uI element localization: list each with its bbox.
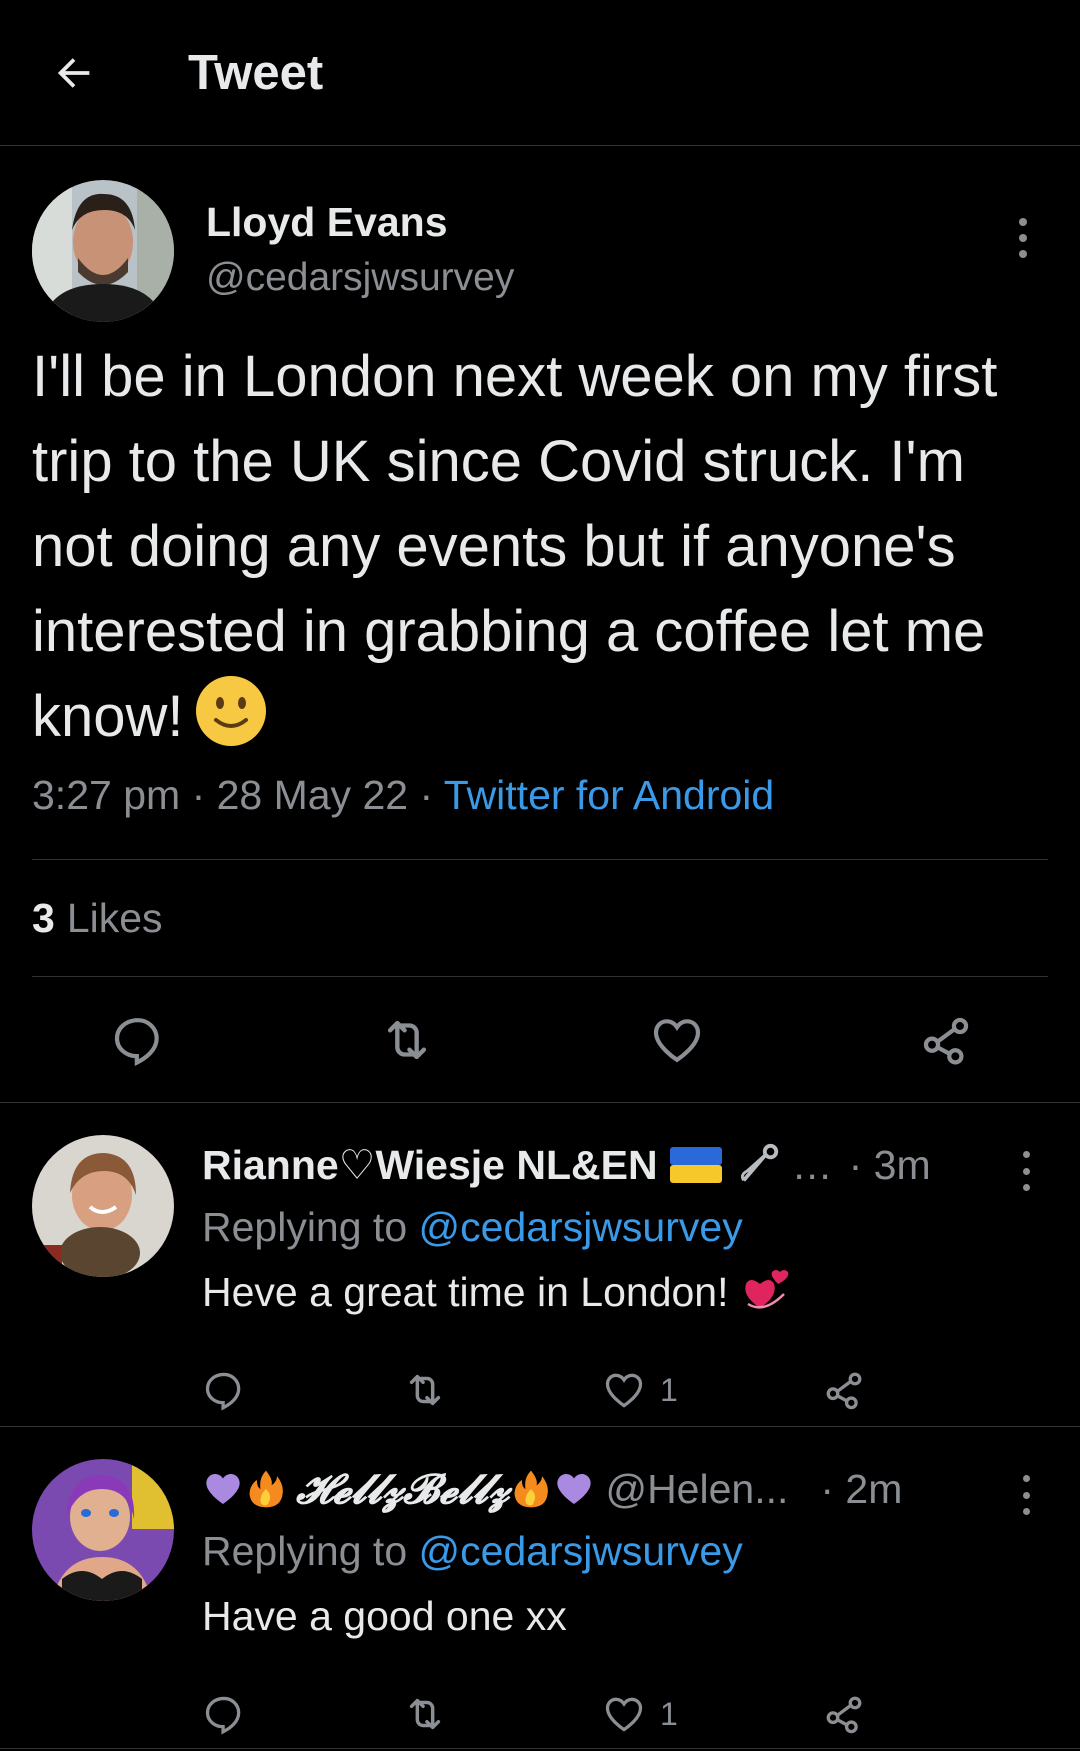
avatar[interactable] (32, 1459, 174, 1601)
reply-header: Rianne♡Wiesje NL&EN … · 3m (202, 1135, 1080, 1195)
tweet-author: Lloyd Evans @cedarsjwsurvey (32, 180, 1048, 330)
reply-author-name[interactable]: 𝓗𝓮𝓵𝓵𝔃𝓑𝓮𝓵𝓵𝔃 (296, 1465, 509, 1514)
safety-pin-icon (740, 1143, 778, 1182)
share-button[interactable] (822, 1368, 866, 1412)
like-button[interactable]: 1 (602, 1368, 822, 1412)
dot-icon (1019, 250, 1027, 258)
retweet-icon (388, 1020, 427, 1059)
main-tweet: Lloyd Evans @cedarsjwsurvey I'll be in L… (0, 146, 1080, 976)
retweet-button[interactable] (377, 1010, 437, 1070)
replying-prefix: Replying to (202, 1528, 408, 1574)
heart-icon (653, 1018, 700, 1062)
more-options-button[interactable] (1008, 208, 1038, 268)
dot-icon (1022, 1151, 1030, 1158)
reply-button[interactable] (202, 1692, 402, 1736)
likes-count[interactable]: 3 Likes (32, 860, 1048, 976)
replying-to-handle-link[interactable]: @cedarsjwsurvey (419, 1528, 743, 1574)
arrow-left-icon (57, 57, 90, 88)
avatar[interactable] (32, 180, 174, 322)
retweet-icon (409, 1698, 441, 1730)
heart-icon (605, 1373, 643, 1408)
dot-icon (1019, 234, 1027, 242)
reply-time: · 3m (848, 1141, 931, 1188)
reply-author-truncation: … (791, 1141, 833, 1188)
retweet-button[interactable] (402, 1691, 602, 1737)
reply-body: Heve a great time in London! (202, 1269, 729, 1315)
likes-number: 3 (32, 894, 55, 941)
tweet-source-link[interactable]: Twitter for Android (444, 772, 774, 818)
heart-icon (605, 1697, 643, 1732)
purple-heart-icon (206, 1474, 240, 1504)
revolving-hearts-icon (745, 1270, 789, 1309)
reply-icon (114, 1017, 159, 1066)
replying-to: Replying to @cedarsjwsurvey (202, 1195, 1080, 1259)
reply-author-handle[interactable]: @Helen... (605, 1466, 788, 1513)
dot-icon (1022, 1491, 1030, 1499)
fire-icon (249, 1470, 283, 1508)
meta-separator: · (191, 772, 217, 818)
tweet-time: 3:27 pm (32, 772, 181, 818)
page-title: Tweet (188, 45, 324, 100)
share-icon (923, 1017, 969, 1064)
back-button[interactable] (0, 0, 148, 146)
reply-tweet[interactable]: 𝓗𝓮𝓵𝓵𝔃𝓑𝓮𝓵𝓵𝔃 @Helen... · 2m Replying to @c… (0, 1426, 1080, 1748)
more-options-button[interactable] (1016, 1475, 1036, 1515)
reply-tweet[interactable]: Rianne♡Wiesje NL&EN … · 3m Replying to @… (0, 1102, 1080, 1426)
tweet-date: 28 May 22 (216, 772, 409, 818)
share-button[interactable] (916, 1010, 976, 1070)
like-count: 1 (660, 1371, 678, 1408)
replying-to-handle-link[interactable]: @cedarsjwsurvey (419, 1204, 743, 1250)
meta-separator: · (419, 772, 444, 818)
like-button[interactable]: 1 (602, 1692, 822, 1736)
share-icon (826, 1372, 862, 1410)
purple-heart-icon (557, 1474, 592, 1504)
avatar-photo (32, 1459, 174, 1601)
reply-actions: 1 (202, 1649, 1080, 1751)
avatar[interactable] (32, 1135, 174, 1277)
reply-button[interactable] (202, 1368, 402, 1412)
reply-text: Have a good one xx (202, 1593, 567, 1639)
avatar-photo (32, 180, 174, 322)
reply-text: Heve a great time in London! (202, 1259, 1080, 1325)
reply-button[interactable] (108, 1010, 168, 1070)
tweet-text: I'll be in London next week on my first … (32, 334, 1052, 759)
retweet-button[interactable] (402, 1367, 602, 1413)
share-icon (826, 1696, 862, 1734)
dot-icon (1022, 1184, 1030, 1191)
reply-time: · 2m (820, 1465, 903, 1512)
tweet-actions (32, 976, 1048, 1102)
reply-header: 𝓗𝓮𝓵𝓵𝔃𝓑𝓮𝓵𝓵𝔃 @Helen... · 2m (202, 1459, 1080, 1519)
dot-icon (1022, 1475, 1030, 1482)
dot-icon (1022, 1167, 1030, 1175)
reply-author-name[interactable]: Rianne♡Wiesje NL&EN (202, 1141, 658, 1189)
like-count: 1 (660, 1695, 678, 1732)
reply-icon (205, 1696, 241, 1735)
more-options-button[interactable] (1016, 1151, 1036, 1191)
avatar-photo (32, 1135, 174, 1277)
dot-icon (1022, 1508, 1030, 1515)
fire-icon (514, 1470, 549, 1508)
likes-label: Likes (66, 894, 163, 941)
ukraine-flag-icon (669, 1147, 722, 1183)
retweet-icon (409, 1374, 441, 1406)
author-name[interactable]: Lloyd Evans (206, 196, 514, 248)
tweet-meta: 3:27 pm · 28 May 22 · Twitter for Androi… (32, 765, 1048, 825)
like-button[interactable] (647, 1010, 707, 1070)
reply-icon (205, 1372, 241, 1411)
dot-icon (1019, 218, 1027, 226)
replying-to: Replying to @cedarsjwsurvey (202, 1519, 1080, 1583)
tweet-body: I'll be in London next week on my first … (32, 344, 998, 749)
top-bar: Tweet (0, 0, 1080, 146)
share-button[interactable] (822, 1692, 866, 1736)
author-handle[interactable]: @cedarsjwsurvey (206, 248, 514, 308)
slightly-smiling-face-icon (195, 676, 266, 746)
replying-prefix: Replying to (202, 1204, 408, 1250)
